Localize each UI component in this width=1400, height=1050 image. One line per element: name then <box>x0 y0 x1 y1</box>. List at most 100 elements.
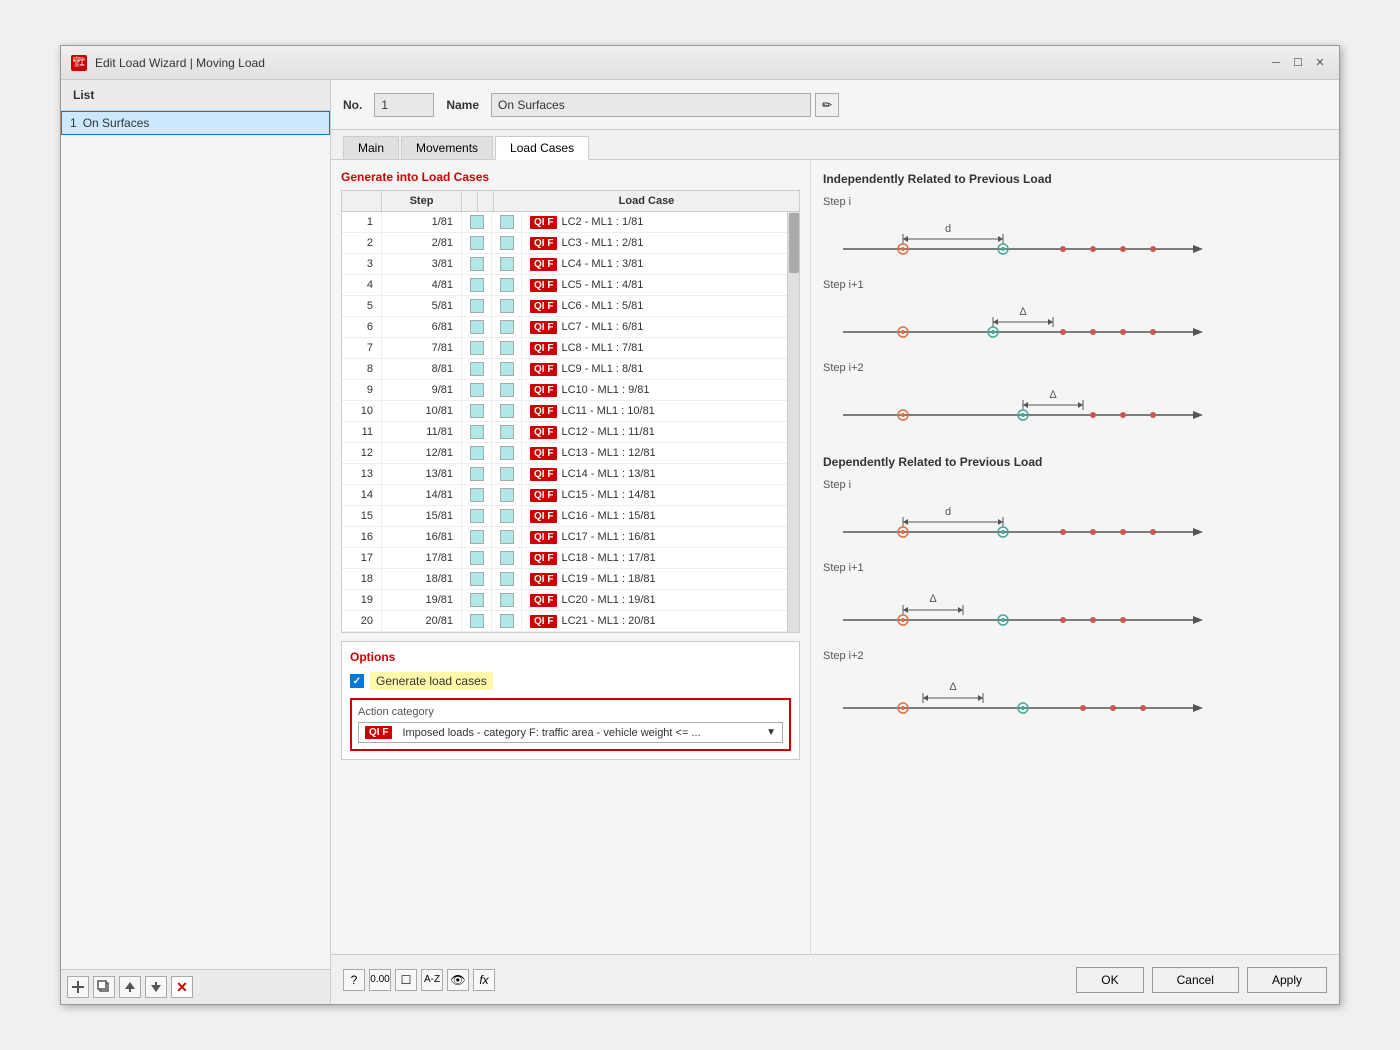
action-dropdown-text: Imposed loads - category F: traffic area… <box>402 727 760 739</box>
row-loadcase: QI F LC18 - ML1 : 17/81 <box>522 548 799 568</box>
tool-help-button[interactable]: ? <box>343 969 365 991</box>
row-num: 5 <box>342 296 382 316</box>
generate-checkbox-row: ✓ Generate load cases <box>350 672 791 690</box>
row-color2 <box>492 359 522 379</box>
qi-badge: QI F <box>530 468 557 481</box>
qi-badge: QI F <box>530 342 557 355</box>
load-case-table: Step Load Case 1 1/81 QI F LC2 - ML1 : <box>341 190 800 633</box>
th-color1 <box>462 191 478 211</box>
cancel-button[interactable]: Cancel <box>1152 967 1239 993</box>
tool-00-button[interactable]: 0.00 <box>369 969 391 991</box>
qi-badge: QI F <box>530 279 557 292</box>
row-color2 <box>492 401 522 421</box>
add-item-button[interactable] <box>67 976 89 998</box>
row-loadcase: QI F LC19 - ML1 : 18/81 <box>522 569 799 589</box>
row-num: 11 <box>342 422 382 442</box>
name-edit-button[interactable]: ✏ <box>815 93 839 117</box>
row-color2 <box>492 611 522 631</box>
list-header: List <box>61 80 330 111</box>
step-i2-ind-label: Step i+2 <box>823 362 1327 374</box>
svg-text:Δ: Δ <box>1019 306 1027 318</box>
no-input[interactable] <box>374 93 434 117</box>
step-i-ind-diagram: d <box>823 214 1223 269</box>
table-row: 3 3/81 QI F LC4 - ML1 : 3/81 <box>342 254 799 275</box>
scrollbar-thumb[interactable] <box>789 213 799 273</box>
qi-badge: QI F <box>530 321 557 334</box>
tab-load-cases[interactable]: Load Cases <box>495 136 589 160</box>
row-color2 <box>492 464 522 484</box>
action-category-dropdown[interactable]: QI F Imposed loads - category F: traffic… <box>358 722 783 743</box>
step-i2-dep-label: Step i+2 <box>823 650 1327 662</box>
footer-buttons: OK Cancel Apply <box>1076 967 1327 993</box>
row-step: 6/81 <box>382 317 462 337</box>
row-color1 <box>462 464 492 484</box>
th-color2 <box>478 191 494 211</box>
generate-section: Generate into Load Cases Step Load Case <box>341 170 800 633</box>
action-category-box: Action category QI F Imposed loads - cat… <box>350 698 791 751</box>
list-item-1[interactable]: 1 On Surfaces <box>61 111 330 135</box>
row-step: 11/81 <box>382 422 462 442</box>
table-row: 20 20/81 QI F LC21 - ML1 : 20/81 <box>342 611 799 632</box>
table-row: 15 15/81 QI F LC16 - ML1 : 15/81 <box>342 506 799 527</box>
tab-movements[interactable]: Movements <box>401 136 493 159</box>
row-lc-text: LC11 - ML1 : 10/81 <box>561 405 654 417</box>
row-step: 16/81 <box>382 527 462 547</box>
row-num: 6 <box>342 317 382 337</box>
generate-checkbox[interactable]: ✓ <box>350 674 364 688</box>
row-color1 <box>462 506 492 526</box>
tool-formula-button[interactable]: fx <box>473 969 495 991</box>
step-i-dep-label: Step i <box>823 479 1327 491</box>
row-step: 13/81 <box>382 464 462 484</box>
generate-label: Generate load cases <box>370 672 493 690</box>
duplicate-button[interactable] <box>93 976 115 998</box>
delete-button[interactable]: ✕ <box>171 976 193 998</box>
qi-badge: QI F <box>530 552 557 565</box>
svg-text:Δ: Δ <box>929 593 937 605</box>
row-color2 <box>492 590 522 610</box>
tool-select-button[interactable]: ☐ <box>395 969 417 991</box>
row-step: 14/81 <box>382 485 462 505</box>
row-lc-text: LC16 - ML1 : 15/81 <box>561 510 655 522</box>
main-content: List 1 On Surfaces ✕ <box>61 80 1339 1004</box>
row-num: 9 <box>342 380 382 400</box>
diagram-panel: Independently Related to Previous Load S… <box>811 160 1339 954</box>
tool-az-button[interactable]: A-Z <box>421 969 443 991</box>
independent-title: Independently Related to Previous Load <box>823 172 1327 186</box>
row-color1 <box>462 548 492 568</box>
row-num: 17 <box>342 548 382 568</box>
step-i1-dep-label: Step i+1 <box>823 562 1327 574</box>
row-step: 2/81 <box>382 233 462 253</box>
row-num: 19 <box>342 590 382 610</box>
generate-title: Generate into Load Cases <box>341 170 800 184</box>
row-num: 3 <box>342 254 382 274</box>
scrollbar[interactable] <box>787 212 799 632</box>
row-step: 17/81 <box>382 548 462 568</box>
options-title: Options <box>350 650 791 664</box>
move-down-button[interactable] <box>145 976 167 998</box>
ok-button[interactable]: OK <box>1076 967 1143 993</box>
tab-main[interactable]: Main <box>343 136 399 159</box>
row-color1 <box>462 380 492 400</box>
tool-eye-button[interactable]: 👁 <box>447 969 469 991</box>
apply-button[interactable]: Apply <box>1247 967 1327 993</box>
qi-badge: QI F <box>530 216 557 229</box>
row-color2 <box>492 548 522 568</box>
row-num: 20 <box>342 611 382 631</box>
row-num: 16 <box>342 527 382 547</box>
row-num: 12 <box>342 443 382 463</box>
maximize-button[interactable]: ☐ <box>1289 54 1307 72</box>
list-item-num: 1 <box>70 116 77 130</box>
th-empty <box>342 191 382 211</box>
row-lc-text: LC12 - ML1 : 11/81 <box>561 426 654 438</box>
row-loadcase: QI F LC6 - ML1 : 5/81 <box>522 296 799 316</box>
close-button[interactable]: ✕ <box>1311 54 1329 72</box>
name-field-group: Name <box>446 98 479 112</box>
header-fields: No. Name ✏ <box>331 80 1339 130</box>
dependent-section: Dependently Related to Previous Load Ste… <box>823 455 1327 728</box>
row-lc-text: LC10 - ML1 : 9/81 <box>561 384 649 396</box>
move-up-button[interactable] <box>119 976 141 998</box>
minimize-button[interactable]: ─ <box>1267 54 1285 72</box>
name-input[interactable] <box>491 93 811 117</box>
name-input-container: ✏ <box>491 93 839 117</box>
row-lc-text: LC20 - ML1 : 19/81 <box>561 594 655 606</box>
